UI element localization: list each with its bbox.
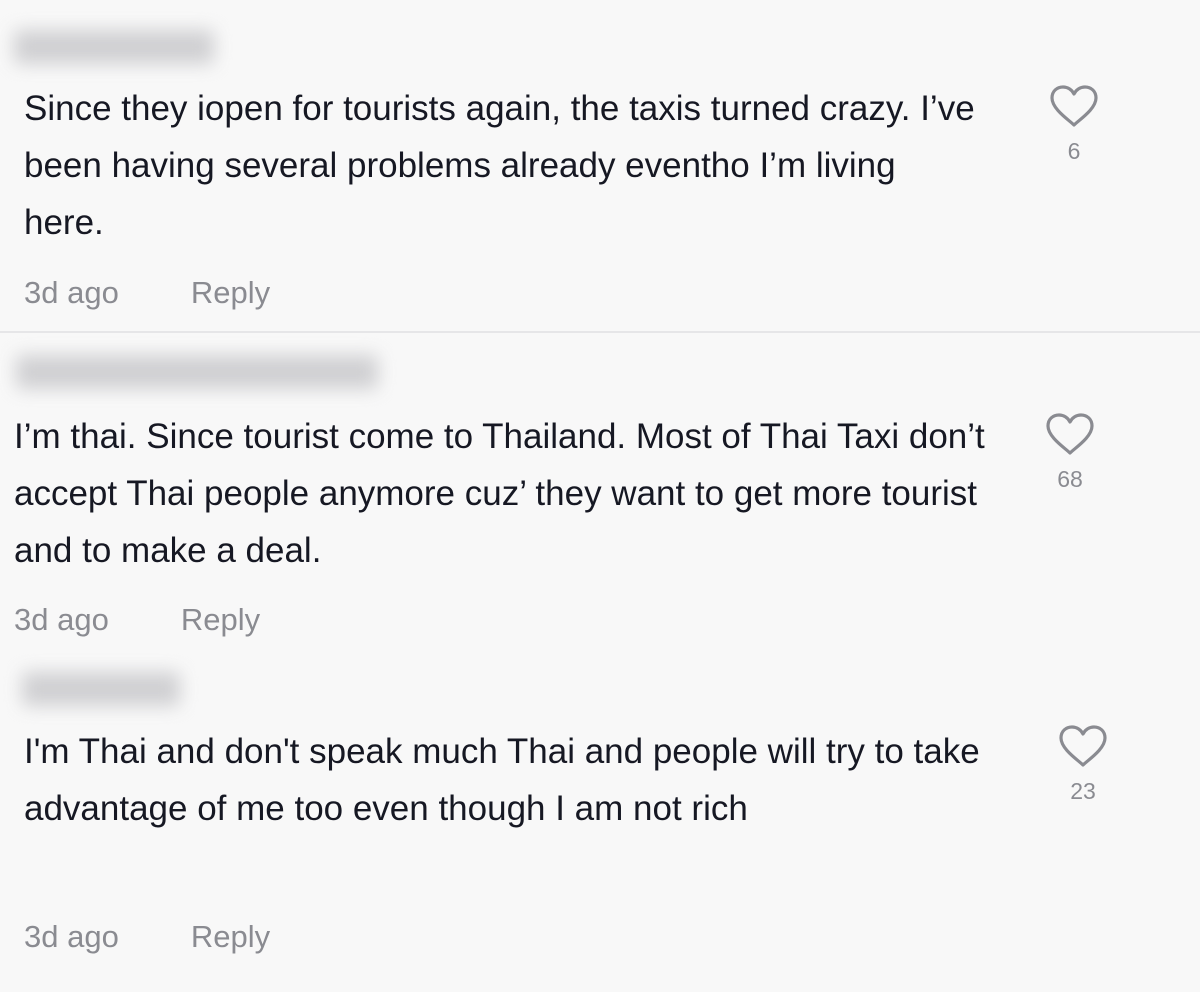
comment-item: I’m thai. Since tourist come to Thailand… [0, 333, 1200, 658]
comment-meta: 3d ago Reply [24, 919, 270, 955]
like-count: 68 [1057, 466, 1083, 492]
like-count: 6 [1067, 138, 1081, 164]
comment-timestamp: 3d ago [14, 602, 109, 637]
heart-outline-icon [1050, 85, 1098, 127]
comment-text: Since they iopen for tourists again, the… [24, 89, 975, 242]
like-count: 23 [1070, 778, 1096, 804]
comment-text: I'm Thai and don't speak much Thai and p… [24, 732, 980, 828]
comment-meta: 3d ago Reply [14, 602, 260, 638]
username-blurred[interactable] [16, 355, 378, 389]
comment-meta: 3d ago Reply [24, 275, 270, 311]
reply-button[interactable]: Reply [181, 602, 260, 638]
heart-outline-icon [1046, 413, 1094, 455]
username-blurred[interactable] [22, 672, 180, 706]
reply-button[interactable]: Reply [191, 275, 270, 311]
like-button[interactable]: 68 [1040, 412, 1100, 493]
comment-timestamp: 3d ago [24, 919, 119, 954]
comment-item: Since they iopen for tourists again, the… [0, 0, 1200, 332]
like-button[interactable]: 23 [1053, 724, 1113, 805]
comment-text: I’m thai. Since tourist come to Thailand… [14, 417, 985, 570]
comment-item: I'm Thai and don't speak much Thai and p… [0, 658, 1200, 992]
reply-button[interactable]: Reply [191, 919, 270, 955]
like-button[interactable]: 6 [1044, 84, 1104, 165]
heart-outline-icon [1059, 725, 1107, 767]
username-blurred[interactable] [14, 30, 214, 64]
comment-timestamp: 3d ago [24, 275, 119, 310]
